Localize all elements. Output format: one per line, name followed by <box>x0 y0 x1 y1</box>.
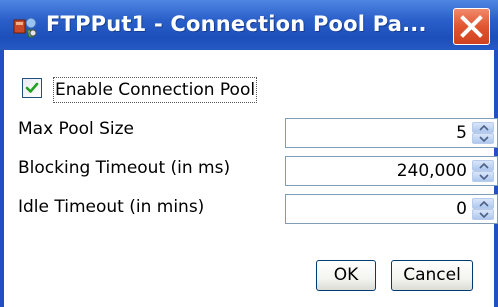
close-button[interactable] <box>453 8 490 45</box>
idle-timeout-spin-buttons <box>472 198 494 220</box>
idle-timeout-spinner[interactable]: 0 <box>285 194 498 224</box>
connection-pool-dialog: FTPPut1 - Connection Pool Pa... Enable C… <box>0 0 498 307</box>
title-bar[interactable]: FTPPut1 - Connection Pool Pa... <box>0 0 498 50</box>
blocking-timeout-label: Blocking Timeout (in ms) <box>18 158 231 178</box>
idle-timeout-label: Idle Timeout (in mins) <box>18 197 205 217</box>
max-pool-size-spinner[interactable]: 5 <box>285 118 498 148</box>
blocking-timeout-value[interactable]: 240,000 <box>397 159 467 183</box>
spin-up-button[interactable] <box>472 160 494 171</box>
window-title: FTPPut1 - Connection Pool Pa... <box>46 12 427 36</box>
enable-pool-label[interactable]: Enable Connection Pool <box>53 77 258 103</box>
blocking-timeout-spin-buttons <box>472 160 494 182</box>
ok-button[interactable]: OK <box>316 260 376 291</box>
spin-down-button[interactable] <box>472 209 494 220</box>
max-pool-size-spin-buttons <box>472 122 494 144</box>
spin-up-button[interactable] <box>472 122 494 133</box>
max-pool-size-value[interactable]: 5 <box>456 121 467 145</box>
cancel-button[interactable]: Cancel <box>391 260 473 291</box>
spin-up-button[interactable] <box>472 198 494 209</box>
window-frame-left <box>0 50 4 307</box>
enable-pool-checkbox[interactable] <box>22 78 42 98</box>
blocking-timeout-spinner[interactable]: 240,000 <box>285 156 498 186</box>
spin-down-button[interactable] <box>472 171 494 182</box>
connection-pool-icon <box>13 15 39 39</box>
spin-down-button[interactable] <box>472 133 494 144</box>
idle-timeout-value[interactable]: 0 <box>456 197 467 221</box>
max-pool-size-label: Max Pool Size <box>18 119 135 139</box>
